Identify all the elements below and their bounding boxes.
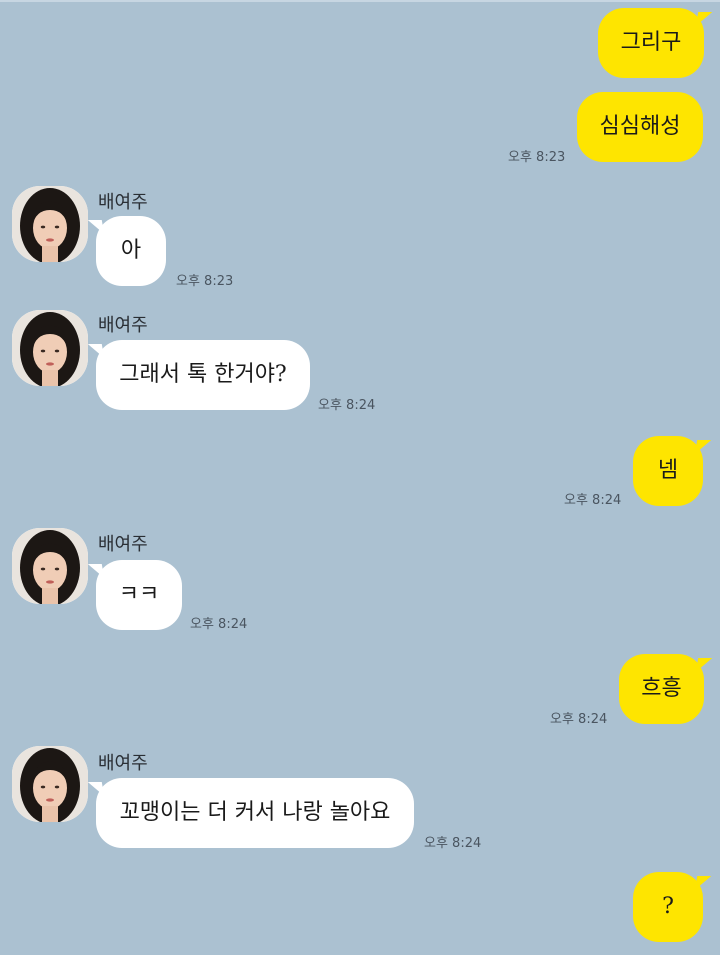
message-text: 아 [120, 238, 142, 263]
message-time: 오후 8:24 [564, 493, 622, 508]
top-divider [0, 0, 720, 2]
their-message-bubble[interactable]: 그래서 톡 한거야? [96, 340, 310, 410]
profile-photo-icon [12, 746, 88, 822]
their-message-bubble[interactable]: 아 [96, 216, 166, 286]
message-time: 오후 8:24 [318, 398, 376, 413]
message-text: 그래서 톡 한거야? [119, 362, 287, 387]
contact-avatar[interactable] [12, 746, 88, 822]
my-message-bubble[interactable]: 심심해성 [577, 92, 703, 162]
message-time: 오후 8:24 [424, 836, 482, 851]
my-message-bubble[interactable]: 흐흥 [619, 654, 704, 724]
message-text: 흐흥 [641, 676, 682, 701]
profile-photo-icon [12, 310, 88, 386]
contact-avatar[interactable] [12, 528, 88, 604]
contact-avatar[interactable] [12, 310, 88, 386]
their-message-bubble[interactable]: ㅋㅋ [96, 560, 182, 630]
my-message-bubble[interactable]: 넴 [633, 436, 703, 506]
message-time: 오후 8:23 [508, 150, 566, 165]
message-time: 오후 8:24 [550, 712, 608, 727]
contact-avatar[interactable] [12, 186, 88, 262]
message-text: ? [662, 894, 674, 919]
profile-photo-icon [12, 528, 88, 604]
my-message-bubble[interactable]: 그리구 [598, 8, 704, 78]
contact-name: 배여주 [98, 192, 148, 213]
message-time: 오후 8:23 [176, 274, 234, 289]
my-message-bubble[interactable]: ? [633, 872, 703, 942]
contact-name: 배여주 [98, 315, 148, 336]
their-message-bubble[interactable]: 꼬맹이는 더 커서 나랑 놀아요 [96, 778, 414, 848]
message-text: 꼬맹이는 더 커서 나랑 놀아요 [119, 800, 391, 825]
message-text: ㅋㅋ [118, 582, 160, 607]
message-time: 오후 8:24 [190, 617, 248, 632]
message-text: 심심해성 [599, 114, 681, 139]
message-text: 그리구 [620, 30, 682, 55]
message-text: 넴 [657, 458, 679, 483]
profile-photo-icon [12, 186, 88, 262]
contact-name: 배여주 [98, 534, 148, 555]
contact-name: 배여주 [98, 753, 148, 774]
chat-room: 그리구 심심해성 오후 8:23 배여주 아 오후 8:23 배여주 그래서 톡… [0, 0, 720, 955]
